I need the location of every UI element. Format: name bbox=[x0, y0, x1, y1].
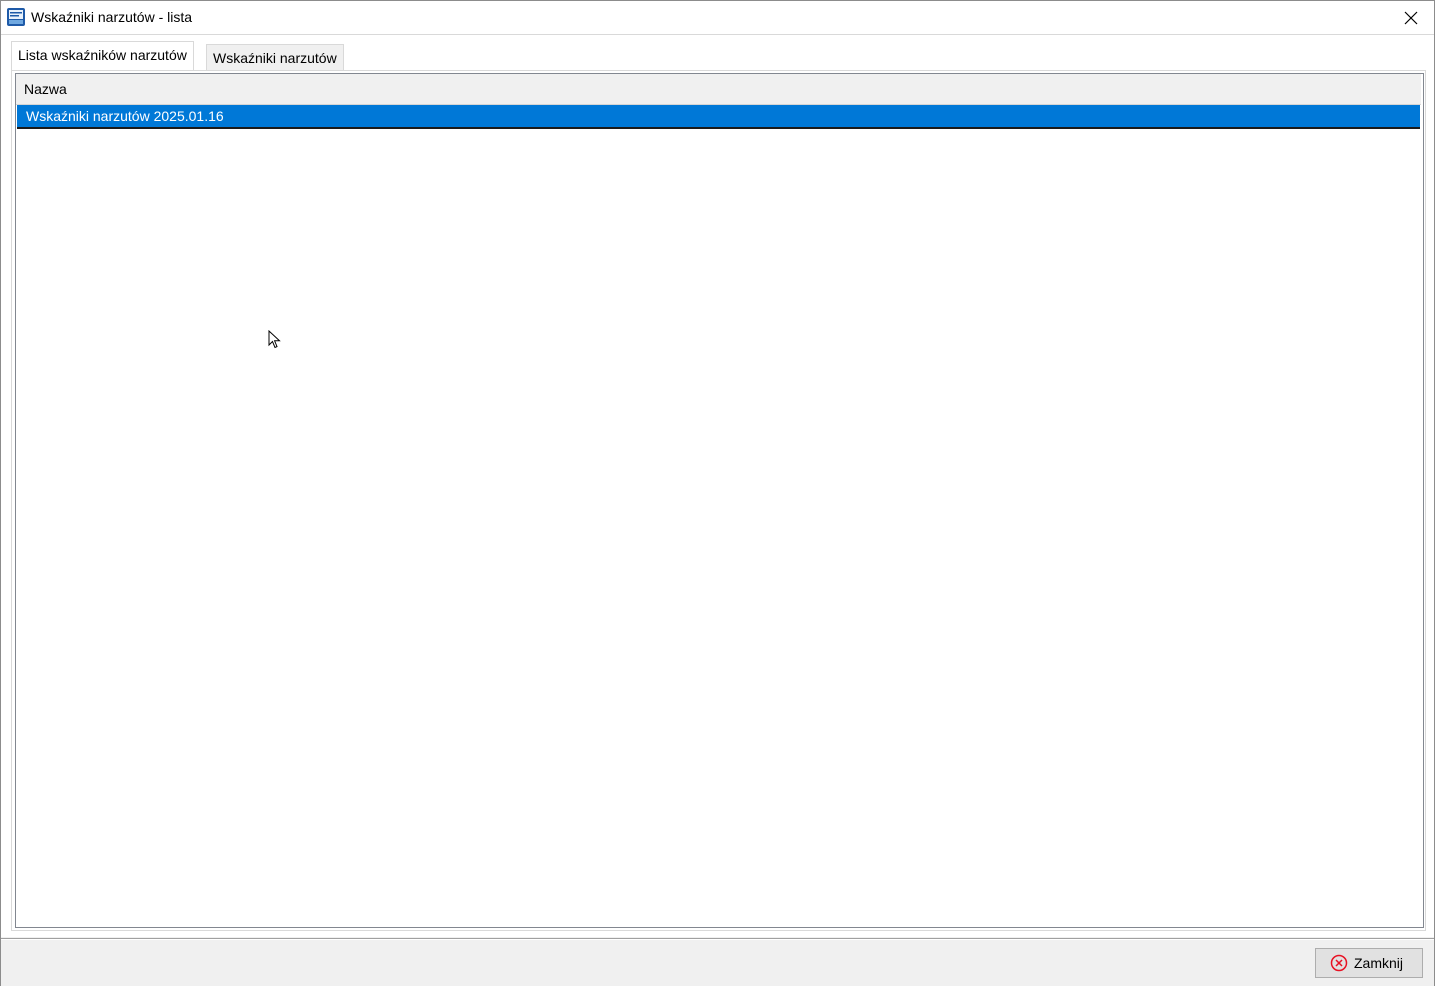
tab-lista-wskaznikow[interactable]: Lista wskaźników narzutów bbox=[11, 41, 194, 70]
window-title: Wskaźniki narzutów - lista bbox=[31, 9, 193, 25]
app-icon bbox=[6, 7, 26, 27]
mouse-cursor-icon bbox=[268, 330, 281, 349]
close-button-label: Zamknij bbox=[1354, 955, 1404, 971]
row-cell-nazwa: Wskaźniki narzutów 2025.01.16 bbox=[26, 108, 224, 124]
window-close-button[interactable] bbox=[1388, 1, 1434, 34]
close-circle-icon bbox=[1330, 954, 1348, 972]
close-icon bbox=[1404, 11, 1418, 24]
table-row[interactable]: Wskaźniki narzutów 2025.01.16 bbox=[17, 105, 1420, 129]
tab-panel: Nazwa Wskaźniki narzutów 2025.01.16 bbox=[11, 70, 1426, 931]
title-bar[interactable]: Wskaźniki narzutów - lista bbox=[1, 1, 1434, 35]
footer-bar: Zamknij bbox=[1, 938, 1434, 986]
client-area: Lista wskaźników narzutów Wskaźniki narz… bbox=[1, 35, 1434, 937]
data-grid[interactable]: Nazwa Wskaźniki narzutów 2025.01.16 bbox=[15, 73, 1424, 928]
footer-separator bbox=[1, 939, 1434, 940]
grid-header: Nazwa bbox=[16, 74, 1421, 105]
tab-wskazniki-narzutow[interactable]: Wskaźniki narzutów bbox=[206, 44, 344, 70]
close-button[interactable]: Zamknij bbox=[1315, 948, 1423, 978]
dialog-window: Wskaźniki narzutów - lista Lista wskaźni… bbox=[0, 0, 1435, 986]
column-header-nazwa[interactable]: Nazwa bbox=[24, 81, 67, 97]
